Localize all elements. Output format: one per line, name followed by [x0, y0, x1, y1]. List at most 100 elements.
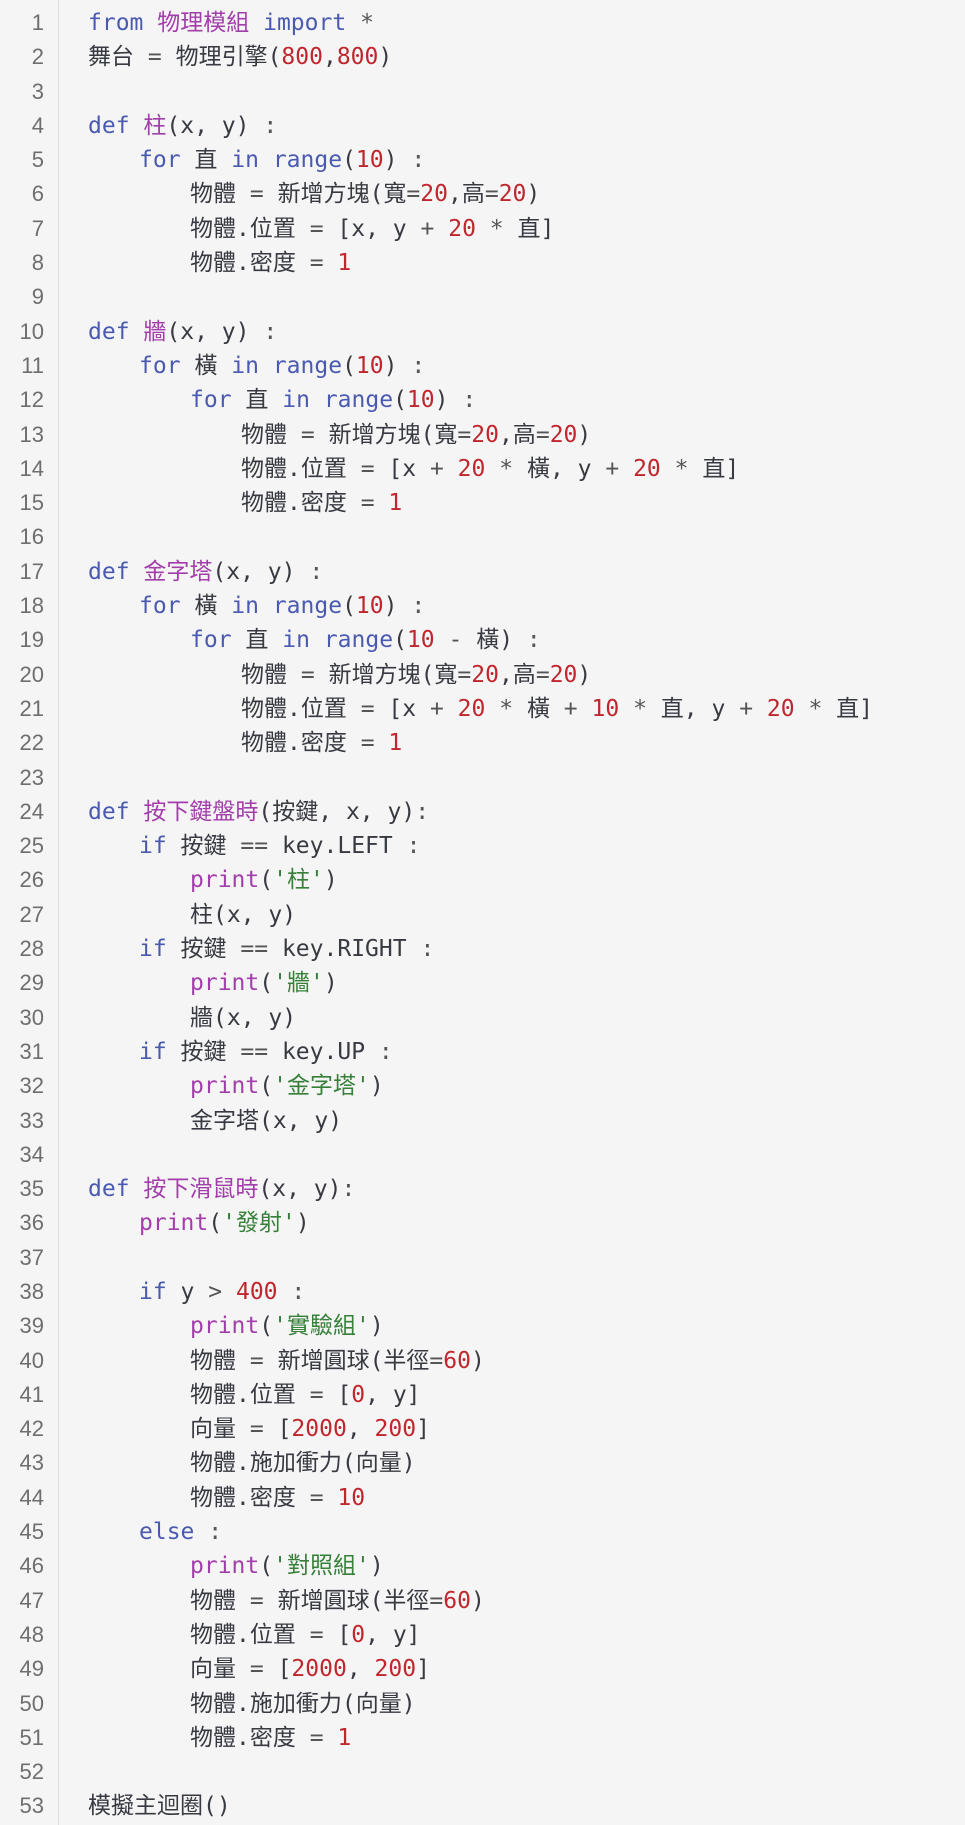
- line-number: 15: [19, 490, 44, 516]
- code-line[interactable]: 49 向量 = [2000, 200]: [0, 1652, 965, 1686]
- code-line[interactable]: 42 向量 = [2000, 200]: [0, 1412, 965, 1446]
- code-line[interactable]: 25 if 按鍵 == key.LEFT :: [0, 829, 965, 863]
- line-number: 24: [19, 798, 44, 824]
- code-text: 物體.施加衝力(向量): [190, 1446, 416, 1480]
- code-line[interactable]: 26 print('柱'): [0, 863, 965, 897]
- code-line[interactable]: 6 物體 = 新增方塊(寬=20,高=20): [0, 177, 965, 211]
- code-token-plain: key.RIGHT: [268, 936, 421, 963]
- code-token-num: 20: [457, 455, 486, 482]
- code-token-kw: for: [139, 352, 181, 379]
- code-text: 向量 = [2000, 200]: [190, 1652, 430, 1686]
- code-token-plain: 直]: [822, 695, 874, 722]
- code-token-plain: 物體.施加衝力(向量): [190, 1450, 416, 1477]
- code-line[interactable]: 23: [0, 761, 965, 795]
- code-text: 物體 = 新增方塊(寬=20,高=20): [241, 658, 591, 692]
- code-token-plain: 橫: [513, 695, 564, 722]
- code-line[interactable]: 21 物體.位置 = [x + 20 * 橫 + 10 * 直, y + 20 *…: [0, 692, 965, 726]
- code-token-kw: if: [139, 1038, 167, 1065]
- code-line[interactable]: 12 for 直 in range(10) :: [0, 383, 965, 417]
- code-token-plain: (x, y): [166, 318, 264, 345]
- code-line[interactable]: 41 物體.位置 = [0, y]: [0, 1378, 965, 1412]
- code-line[interactable]: 38 if y > 400 :: [0, 1275, 965, 1309]
- code-editor[interactable]: 1 from 物理模組 import * 2 舞台 = 物理引擎(800,800) 3 4…: [0, 0, 965, 1825]
- code-line[interactable]: 36 print('發射'): [0, 1206, 965, 1240]
- code-token-plain: ): [323, 970, 338, 997]
- code-line[interactable]: 44 物體.密度 = 10: [0, 1481, 965, 1515]
- code-line[interactable]: 5 for 直 in range(10) :: [0, 143, 965, 177]
- code-line[interactable]: 14 物體.位置 = [x + 20 * 橫, y + 20 * 直]: [0, 452, 965, 486]
- code-line[interactable]: 17 def 金字塔(x, y) :: [0, 555, 965, 589]
- code-line[interactable]: 46 print('對照組'): [0, 1549, 965, 1583]
- line-number: 50: [19, 1690, 44, 1716]
- code-line[interactable]: 28 if 按鍵 == key.RIGHT :: [0, 932, 965, 966]
- code-line[interactable]: 35 def 按下滑鼠時(x, y):: [0, 1172, 965, 1206]
- code-line[interactable]: 51 物體.密度 = 1: [0, 1721, 965, 1755]
- code-line[interactable]: 22 物體.密度 = 1: [0, 726, 965, 760]
- code-text: 物體 = 新增圓球(半徑=60): [190, 1344, 485, 1378]
- code-token-plain: ): [369, 1553, 384, 1580]
- code-text: 物體 = 新增方塊(寬=20,高=20): [241, 418, 591, 452]
- code-line[interactable]: 24 def 按下鍵盤時(按鍵, x, y):: [0, 795, 965, 829]
- code-line[interactable]: 3: [0, 75, 965, 109]
- code-line[interactable]: 4 def 柱(x, y) :: [0, 109, 965, 143]
- code-line[interactable]: 43 物體.施加衝力(向量): [0, 1446, 965, 1480]
- code-line[interactable]: 30 牆(x, y): [0, 1001, 965, 1035]
- code-token-num: 200: [374, 1656, 417, 1683]
- code-line[interactable]: 11 for 橫 in range(10) :: [0, 349, 965, 383]
- code-token-plain: 橫): [462, 627, 527, 654]
- code-line[interactable]: 45 else :: [0, 1515, 965, 1549]
- code-line[interactable]: 53 模擬主迴圈(): [0, 1789, 965, 1823]
- line-number: 43: [19, 1450, 44, 1476]
- code-line[interactable]: 2 舞台 = 物理引擎(800,800): [0, 40, 965, 74]
- code-line[interactable]: 33 金字塔(x, y): [0, 1104, 965, 1138]
- code-token-plain: 模擬主迴圈(): [88, 1793, 231, 1820]
- code-token-num: 10: [355, 593, 384, 620]
- code-line[interactable]: 31 if 按鍵 == key.UP :: [0, 1035, 965, 1069]
- code-line[interactable]: 52: [0, 1755, 965, 1789]
- code-line[interactable]: 9: [0, 280, 965, 314]
- code-token-plain: 物體.密度: [190, 1484, 310, 1511]
- code-line[interactable]: 37: [0, 1241, 965, 1275]
- line-number: 30: [19, 1004, 44, 1030]
- code-token-num: 10: [355, 352, 384, 379]
- code-token-plain: 向量: [190, 1656, 250, 1683]
- code-line[interactable]: 47 物體 = 新增圓球(半徑=60): [0, 1584, 965, 1618]
- code-line[interactable]: 50 物體.施加衝力(向量): [0, 1687, 965, 1721]
- code-token-plain: 按鍵: [166, 833, 241, 860]
- code-line[interactable]: 40 物體 = 新增圓球(半徑=60): [0, 1344, 965, 1378]
- code-line[interactable]: 16: [0, 520, 965, 554]
- code-line[interactable]: 32 print('金字塔'): [0, 1069, 965, 1103]
- code-line[interactable]: 15 物體.密度 = 1: [0, 486, 965, 520]
- code-token-str: '發射': [222, 1210, 296, 1237]
- code-token-plain: (按鍵, x, y): [258, 798, 416, 825]
- code-token-op: -: [448, 627, 463, 654]
- code-token-plain: ): [434, 387, 463, 414]
- code-line[interactable]: 39 print('實驗組'): [0, 1309, 965, 1343]
- code-token-plain: 新增方塊(寬: [314, 421, 458, 448]
- code-line[interactable]: 10 def 牆(x, y) :: [0, 315, 965, 349]
- code-line[interactable]: 8 物體.密度 = 1: [0, 246, 965, 280]
- code-text: def 柱(x, y) :: [88, 109, 277, 143]
- code-line[interactable]: 34: [0, 1138, 965, 1172]
- code-line[interactable]: 18 for 橫 in range(10) :: [0, 589, 965, 623]
- code-line[interactable]: 48 物體.位置 = [0, y]: [0, 1618, 965, 1652]
- code-line[interactable]: 29 print('牆'): [0, 966, 965, 1000]
- code-area[interactable]: 1 from 物理模組 import * 2 舞台 = 物理引擎(800,800) 3 4…: [0, 6, 965, 1824]
- code-token-op: +: [563, 695, 578, 722]
- code-line[interactable]: 27 柱(x, y): [0, 898, 965, 932]
- code-token-num: 1: [388, 490, 403, 517]
- code-line[interactable]: 13 物體 = 新增方塊(寬=20,高=20): [0, 418, 965, 452]
- code-token-plain: 物體.施加衝力(向量): [190, 1690, 416, 1717]
- code-token-kw: def: [88, 112, 130, 139]
- code-line[interactable]: 1 from 物理模組 import *: [0, 6, 965, 40]
- code-line[interactable]: 20 物體 = 新增方塊(寬=20,高=20): [0, 658, 965, 692]
- code-line[interactable]: 19 for 直 in range(10 - 橫) :: [0, 623, 965, 657]
- code-line[interactable]: 7 物體.位置 = [x, y + 20 * 直]: [0, 212, 965, 246]
- line-number: 19: [19, 627, 44, 653]
- code-token-num: 20: [766, 695, 795, 722]
